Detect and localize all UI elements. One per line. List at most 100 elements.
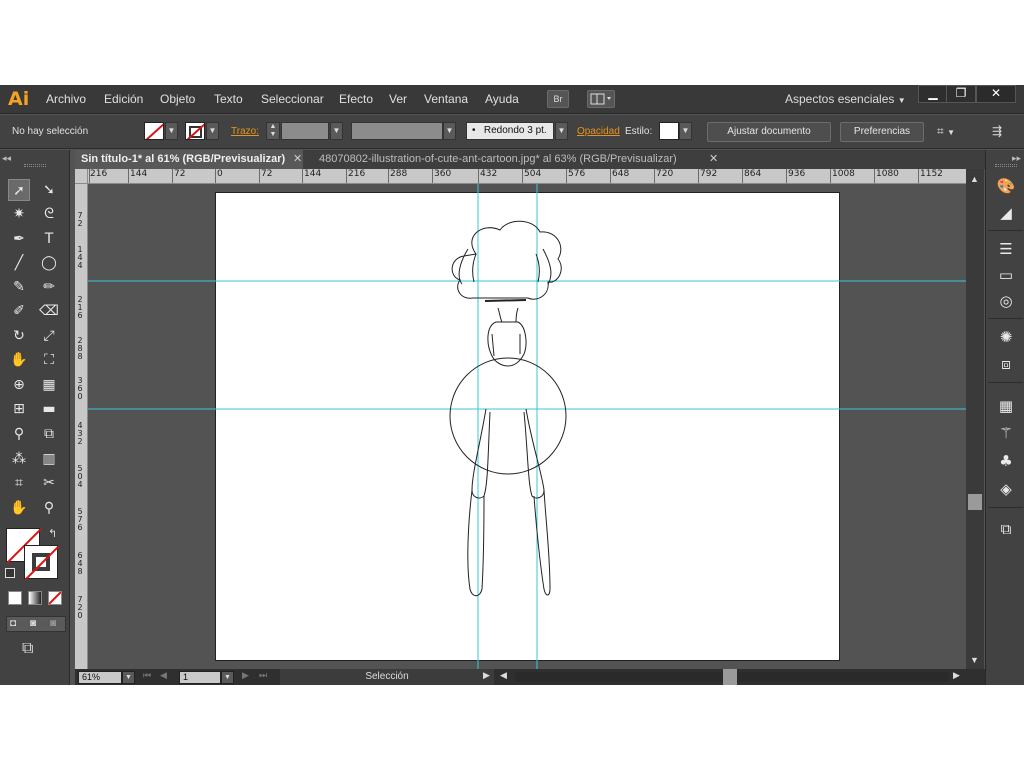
artboard-dropdown[interactable]: ▼ (221, 671, 234, 684)
default-fill-stroke-icon[interactable] (5, 568, 15, 578)
brushes-panel-icon[interactable]: ⚚ (995, 422, 1017, 444)
ruler-origin[interactable] (75, 169, 88, 184)
graphic-style-swatch[interactable] (659, 122, 679, 140)
rotate-tool-icon[interactable]: ↻ (8, 325, 30, 347)
magic-wand-tool-icon[interactable]: ✷ (8, 203, 30, 225)
vertical-scrollbar[interactable]: ▲ ▼ (966, 169, 984, 669)
swatches-panel-icon[interactable]: ▦ (995, 395, 1017, 417)
close-tab-icon[interactable]: ✕ (293, 150, 302, 169)
eyedropper-tool-icon[interactable]: ⚲ (8, 423, 30, 445)
menu-archivo[interactable]: Archivo (46, 92, 86, 106)
stroke-swatch[interactable] (185, 122, 205, 140)
scroll-down-icon[interactable]: ▼ (970, 655, 979, 665)
variable-width-dropdown[interactable]: ▼ (443, 122, 456, 140)
mesh-tool-icon[interactable]: ⊞ (8, 398, 30, 420)
pen-tool-icon[interactable]: ✒ (8, 228, 30, 250)
close-tab-icon[interactable]: ✕ (709, 150, 718, 169)
tab-document-1[interactable]: Sin título-1* al 61% (RGB/Previsualizar) (75, 150, 303, 169)
last-artboard-icon[interactable]: ⏭ (259, 670, 267, 681)
type-tool-icon[interactable]: T (38, 228, 60, 250)
stroke-panel-icon[interactable]: ☰ (995, 238, 1017, 260)
menu-ver[interactable]: Ver (389, 92, 407, 106)
screen-mode-icon[interactable]: ⧉ (22, 640, 33, 658)
selection-tool-icon[interactable]: ➚ (8, 179, 30, 201)
layers-panel-icon[interactable]: ◈ (995, 478, 1017, 500)
column-graph-tool-icon[interactable]: ▥ (38, 448, 60, 470)
stroke-weight-stepper[interactable]: ▲ ▼ (266, 122, 280, 140)
panel-grip[interactable] (24, 164, 46, 167)
next-artboard-icon[interactable]: ▶ (242, 670, 249, 681)
workspace-switcher[interactable]: Aspectos esenciales ▼ (785, 92, 906, 106)
none-mode-icon[interactable] (48, 591, 62, 605)
brush-dropdown[interactable]: ▼ (555, 122, 568, 140)
first-artboard-icon[interactable]: ⏮ (143, 670, 151, 681)
menu-ayuda[interactable]: Ayuda (485, 92, 519, 106)
stroke-weight-label[interactable]: Trazo: (231, 126, 259, 137)
collapse-panel-icon[interactable]: ◂◂ (2, 153, 11, 164)
minimize-button[interactable]: ▁ (918, 85, 948, 103)
graphic-style-dropdown[interactable]: ▼ (679, 122, 692, 140)
eraser-tool-icon[interactable]: ⌫ (38, 300, 60, 322)
horizontal-ruler[interactable]: 216 144 72 0 72 144 216 288 360 432 504 … (88, 169, 966, 184)
current-tool-status[interactable]: Selección (280, 669, 494, 685)
fill-swatch[interactable] (144, 122, 164, 140)
scroll-right-icon[interactable]: ▶ (953, 670, 960, 681)
graphic-styles-icon[interactable]: ⧈ (995, 353, 1017, 375)
color-guide-icon[interactable]: ◢ (995, 202, 1017, 224)
pencil-tool-icon[interactable]: ✏ (38, 276, 60, 298)
draw-inside-icon[interactable]: ◙ (50, 618, 56, 629)
menu-efecto[interactable]: Efecto (339, 92, 373, 106)
gradient-tool-icon[interactable]: ▬ (38, 398, 60, 420)
expand-panels-icon[interactable]: ▸▸ (1012, 153, 1021, 164)
stroke-color-box[interactable] (24, 545, 60, 581)
symbol-sprayer-tool-icon[interactable]: ⁂ (8, 448, 30, 470)
draw-normal-icon[interactable]: ◘ (10, 618, 16, 629)
menu-objeto[interactable]: Objeto (160, 92, 195, 106)
hand-tool-icon[interactable]: ✋ (8, 497, 30, 519)
canvas-area[interactable] (88, 184, 966, 669)
previous-artboard-icon[interactable]: ◀ (160, 670, 167, 681)
stroke-dropdown[interactable]: ▼ (206, 122, 219, 140)
bridge-button[interactable]: Br (547, 90, 569, 108)
lasso-tool-icon[interactable]: ᘓ (38, 203, 60, 225)
appearance-panel-icon[interactable]: ✺ (995, 326, 1017, 348)
artboards-panel-icon[interactable]: ⧉ (995, 518, 1017, 540)
tab-document-2[interactable]: 48070802-illustration-of-cute-ant-cartoo… (313, 150, 713, 169)
isolation-mode-icon[interactable]: ⌗ ▼ (937, 124, 963, 140)
stroke-weight-field[interactable] (281, 122, 329, 140)
status-menu-icon[interactable]: ▶ (483, 670, 490, 681)
horizontal-scroll-thumb[interactable] (723, 669, 737, 685)
stroke-weight-dropdown[interactable]: ▼ (330, 122, 343, 140)
preferences-button[interactable]: Preferencias (840, 122, 924, 142)
arrange-documents-button[interactable] (587, 90, 615, 108)
transparency-panel-icon[interactable]: ◎ (995, 290, 1017, 312)
direct-selection-tool-icon[interactable]: ➘ (38, 179, 60, 201)
color-mode-icon[interactable] (8, 591, 22, 605)
scroll-up-icon[interactable]: ▲ (970, 174, 979, 184)
color-panel-icon[interactable]: 🎨 (995, 175, 1017, 197)
line-tool-icon[interactable]: ╱ (8, 252, 30, 274)
shape-builder-tool-icon[interactable]: ⊕ (8, 374, 30, 396)
perspective-grid-tool-icon[interactable]: ▦ (38, 374, 60, 396)
artboard-tool-icon[interactable]: ⌗ (8, 472, 30, 494)
scale-tool-icon[interactable]: ⤢ (38, 325, 60, 347)
gradient-panel-icon[interactable]: ▭ (995, 264, 1017, 286)
slice-tool-icon[interactable]: ✂ (38, 472, 60, 494)
blob-brush-tool-icon[interactable]: ✐ (8, 300, 30, 322)
close-button[interactable]: ✕ (976, 85, 1016, 103)
menu-edicion[interactable]: Edición (104, 92, 143, 106)
panel-grip[interactable] (995, 164, 1017, 167)
swap-fill-stroke-icon[interactable]: ↰ (48, 527, 57, 540)
vertical-ruler[interactable]: 7 2 1 4 4 2 1 6 2 8 8 3 6 0 4 3 2 5 0 4 … (75, 184, 88, 669)
symbols-panel-icon[interactable]: ♣ (995, 450, 1017, 472)
zoom-dropdown[interactable]: ▼ (122, 671, 135, 684)
warp-tool-icon[interactable]: ✋ (8, 349, 30, 371)
opacity-label[interactable]: Opacidad (577, 126, 620, 137)
draw-behind-icon[interactable]: ◙ (30, 618, 36, 629)
menu-ventana[interactable]: Ventana (424, 92, 468, 106)
fill-dropdown[interactable]: ▼ (165, 122, 178, 140)
menu-seleccionar[interactable]: Seleccionar (261, 92, 324, 106)
gradient-mode-icon[interactable] (28, 591, 42, 605)
zoom-field[interactable]: 61% (78, 671, 122, 684)
artboard-number-field[interactable]: 1 (179, 671, 221, 684)
